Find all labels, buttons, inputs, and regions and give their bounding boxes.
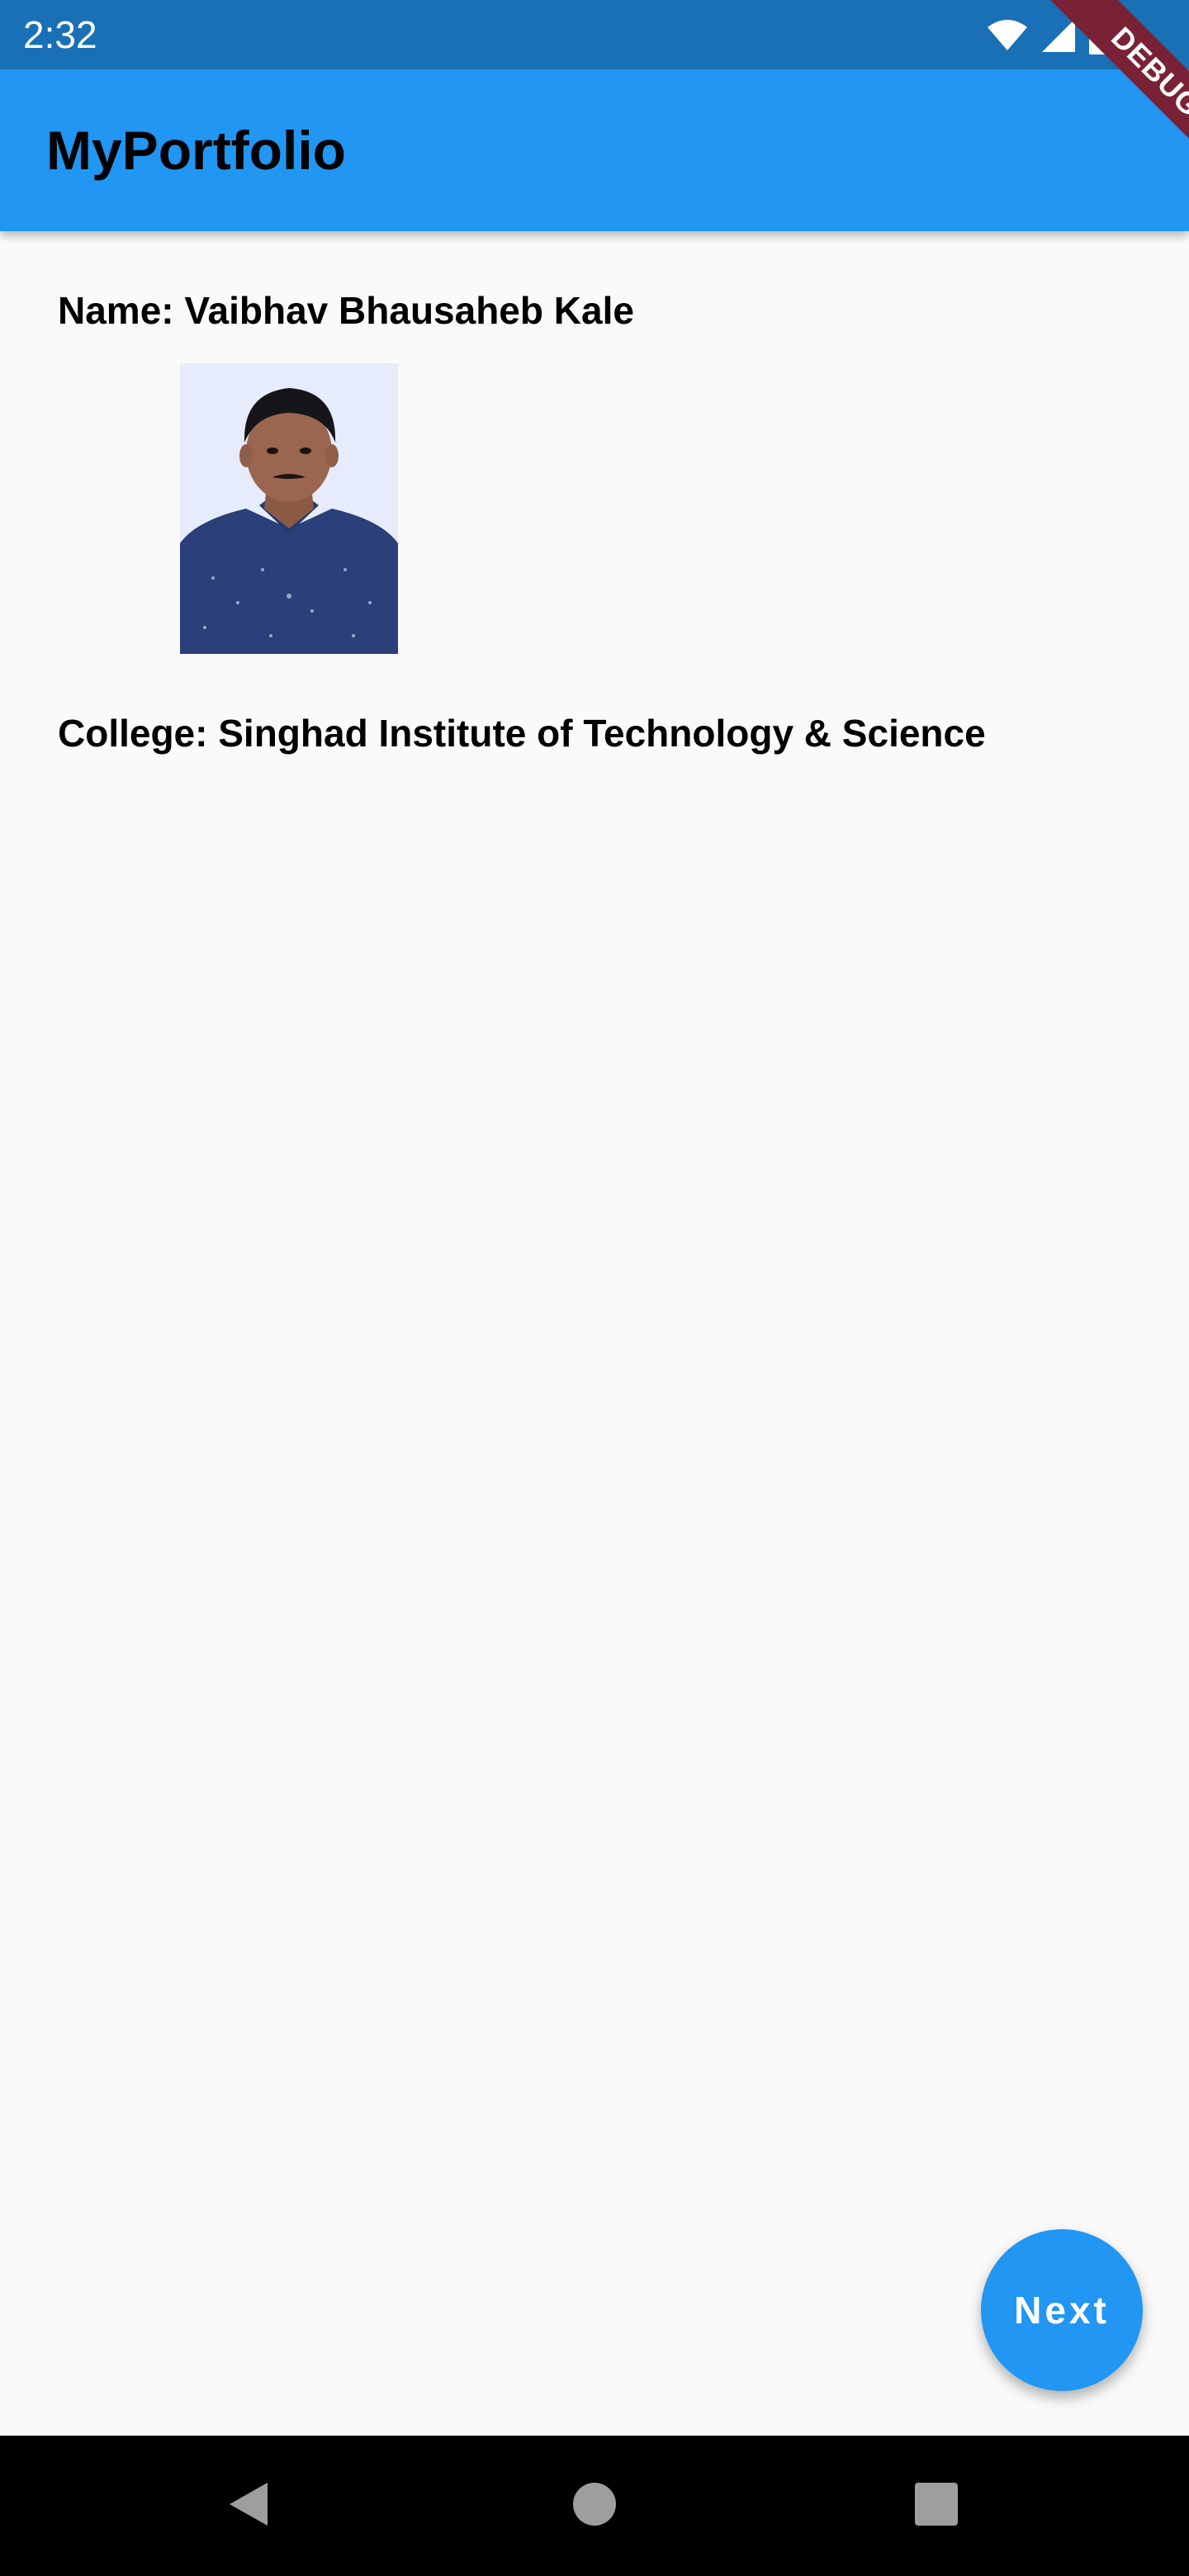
status-time: 2:32 [23,13,97,56]
home-icon [571,2481,618,2531]
battery-icon [1088,17,1110,54]
app-bar: MyPortfolio [0,69,1189,231]
recents-button[interactable] [854,2436,1019,2576]
college-text: College: Singhad Institute of Technology… [58,712,986,755]
signal-icon [1040,17,1077,54]
home-button[interactable] [512,2436,677,2576]
person-portrait-icon [180,363,398,654]
name-text: Name: Vaibhav Bhausaheb Kale [58,289,634,332]
back-button[interactable] [165,2436,330,2576]
next-button[interactable]: Next [981,2229,1143,2391]
back-icon [225,2479,271,2533]
system-nav-bar [0,2436,1189,2576]
wifi-icon [986,19,1029,52]
recents-icon [914,2482,959,2531]
status-bar: 2:32 [0,0,1189,69]
profile-photo [180,363,398,654]
app-title: MyPortfolio [46,120,346,181]
status-icons [986,17,1110,54]
